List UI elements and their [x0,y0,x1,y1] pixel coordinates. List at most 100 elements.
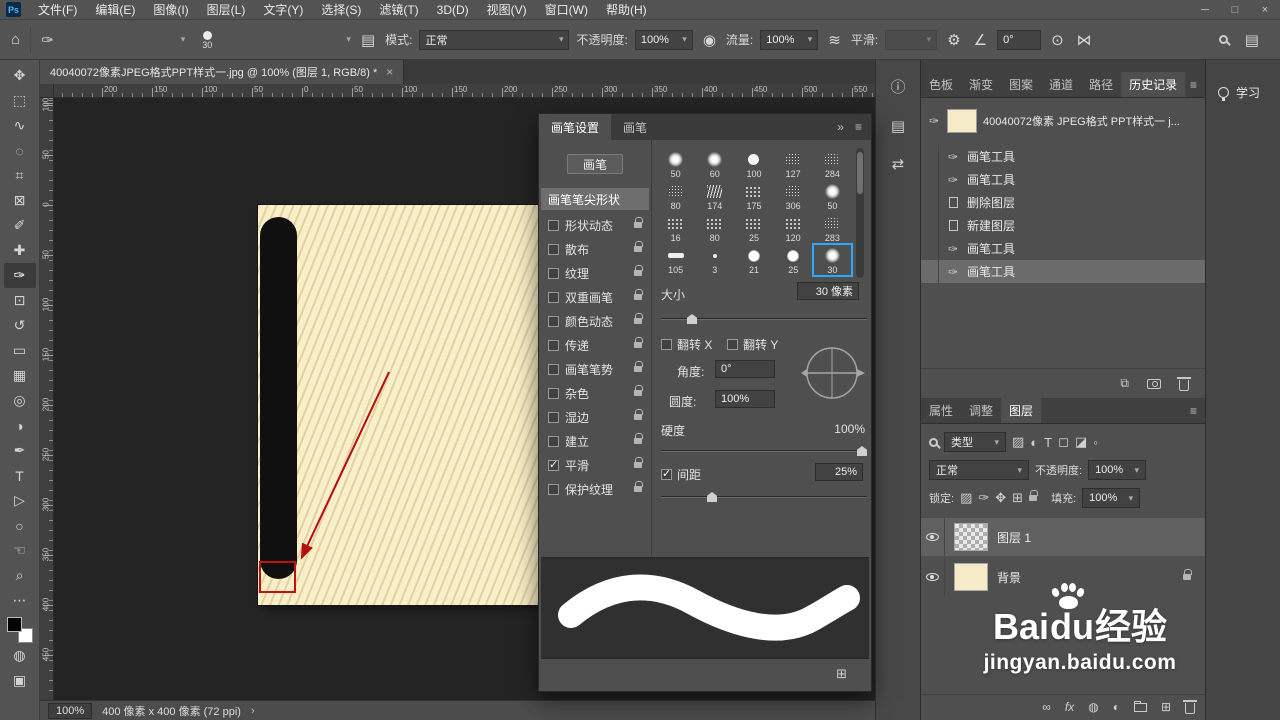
smoothing-gear-icon[interactable]: ⚙ [944,31,963,49]
tab-gradients[interactable]: 渐变 [961,72,1001,97]
brush-preset[interactable]: 16 [656,212,695,244]
option-noise[interactable]: 杂色 [541,382,649,404]
pen-tool[interactable]: ✒ [4,438,36,463]
tab-properties[interactable]: 属性 [921,398,961,423]
clone-stamp-tool[interactable]: ⊡ [4,288,36,313]
lock-pixels-icon[interactable]: ✑ [978,490,989,506]
layer-row-layer1[interactable]: 图层 1 [921,518,1205,556]
status-chevron-icon[interactable]: › [251,705,255,717]
chevron-down-icon[interactable]: ▾ [181,34,186,45]
panel-menu-icon[interactable]: ≡ [1190,78,1197,92]
flip-x-checkbox[interactable]: 翻转 X [661,336,712,353]
tab-brush-settings[interactable]: 画笔设置 [539,114,612,140]
roundness-input[interactable]: 100% [715,390,775,408]
info-panel-icon[interactable]: ⓘ [890,76,905,97]
screen-mode-button[interactable]: ▣ [4,668,36,693]
lock-icon[interactable] [634,409,643,420]
lock-icon[interactable] [634,217,643,228]
option-shape-dynamics[interactable]: 形状动态 [541,214,649,236]
add-mask-icon[interactable]: ◍ [1088,700,1098,714]
brush-tool[interactable]: ✑ [3,263,36,288]
option-wet-edges[interactable]: 湿边 [541,406,649,428]
layer-filter-select[interactable]: 类型 ▾ [944,432,1006,452]
opacity-input[interactable]: 100% ▾ [634,29,693,50]
lock-icon[interactable] [634,481,643,492]
menu-window[interactable]: 窗口(W) [536,0,597,20]
new-brush-icon[interactable]: ⊞ [836,666,847,682]
link-layers-icon[interactable]: ∞ [1042,700,1051,714]
visibility-toggle[interactable] [921,558,945,596]
brush-preset[interactable]: 175 [734,180,773,212]
visibility-toggle[interactable] [921,518,945,556]
filter-pixel-icon[interactable]: ▨ [1012,434,1024,450]
tab-swatches[interactable]: 色板 [921,72,961,97]
preset-scrollbar[interactable] [856,148,864,278]
option-scattering[interactable]: 散布 [541,238,649,260]
tab-layers[interactable]: 图层 [1001,398,1042,423]
lock-transparency-icon[interactable]: ▨ [960,490,972,506]
panel-menu-icon[interactable]: ≡ [1190,404,1197,418]
angle-input[interactable]: 0° [715,360,775,378]
checkbox[interactable] [548,387,559,399]
tab-patterns[interactable]: 图案 [1001,72,1041,97]
symmetry-icon[interactable]: ⋈ [1074,31,1095,49]
lock-artboard-icon[interactable]: ⊞ [1012,490,1023,506]
collapse-panel-icon[interactable]: » [837,120,844,134]
brush-preset[interactable]: 3 [695,244,734,276]
layer-effects-icon[interactable]: fx [1065,700,1074,714]
checkbox[interactable] [548,483,559,495]
delete-state-icon[interactable] [1177,376,1191,391]
smoothing-input[interactable]: ▾ [885,29,938,50]
checkbox[interactable] [661,467,672,480]
color-swatches[interactable] [6,617,33,643]
adjustment-layer-icon[interactable]: ◐ [1113,700,1120,714]
quick-mask-button[interactable]: ◍ [4,643,36,668]
menu-type[interactable]: 文字(Y) [254,0,312,20]
brush-preset[interactable]: 120 [774,212,813,244]
layer-fill-input[interactable]: 100% ▾ [1082,488,1141,508]
eraser-tool[interactable]: ▭ [4,338,36,363]
scrollbar-thumb[interactable] [857,152,863,194]
checkbox[interactable] [727,339,738,350]
checkbox[interactable] [548,435,559,447]
layer-thumbnail[interactable] [954,523,988,551]
menu-view[interactable]: 视图(V) [478,0,536,20]
brush-preset[interactable]: 21 [734,244,773,276]
history-brush-tool[interactable]: ↺ [4,313,36,338]
lasso-tool[interactable]: ∿ [4,113,36,138]
lock-icon[interactable] [634,361,643,372]
type-tool[interactable]: T [4,463,36,488]
new-snapshot-icon[interactable] [1147,378,1161,389]
history-step-current[interactable]: ✑ 画笔工具 [921,260,1205,283]
path-selection-tool[interactable]: ▷ [4,488,36,513]
layer-opacity-input[interactable]: 100% ▾ [1088,460,1147,480]
option-brush-pose[interactable]: 画笔笔势 [541,358,649,380]
lock-all-icon[interactable] [1029,490,1039,501]
option-dual-brush[interactable]: 双重画笔 [541,286,649,308]
brush-preset[interactable]: 80 [656,180,695,212]
filter-type-icon[interactable]: T [1044,435,1052,450]
hand-tool[interactable]: ☜ [4,538,36,563]
option-color-dynamics[interactable]: 颜色动态 [541,310,649,332]
home-icon[interactable]: ⌂ [8,31,23,48]
brush-tool-preset-icon[interactable]: ✑ [38,31,57,49]
hardness-value[interactable]: 100% [819,422,865,436]
blend-mode-select[interactable]: 正常 ▾ [929,460,1029,480]
history-step[interactable]: ✑ 画笔工具 [921,168,1205,191]
log-panel-icon[interactable]: ▤ [891,117,905,135]
tab-history[interactable]: 历史记录 [1121,72,1186,97]
option-smoothing[interactable]: 平滑 [541,454,649,476]
menu-file[interactable]: 文件(F) [29,0,86,20]
blur-tool[interactable]: ◎ [4,388,36,413]
lock-icon[interactable] [1183,569,1192,580]
checkbox[interactable] [548,411,559,423]
menu-image[interactable]: 图像(I) [144,0,197,20]
flip-y-checkbox[interactable]: 翻转 Y [727,336,778,353]
checkbox[interactable] [548,363,559,375]
slider-handle[interactable] [687,314,697,324]
search-icon[interactable] [1218,35,1228,44]
blend-mode-select[interactable]: 正常 ▾ [419,29,570,50]
history-step[interactable]: 删除图层 [921,191,1205,214]
checkbox[interactable] [548,291,559,303]
actions-panel-icon[interactable]: ⇄ [892,155,905,173]
